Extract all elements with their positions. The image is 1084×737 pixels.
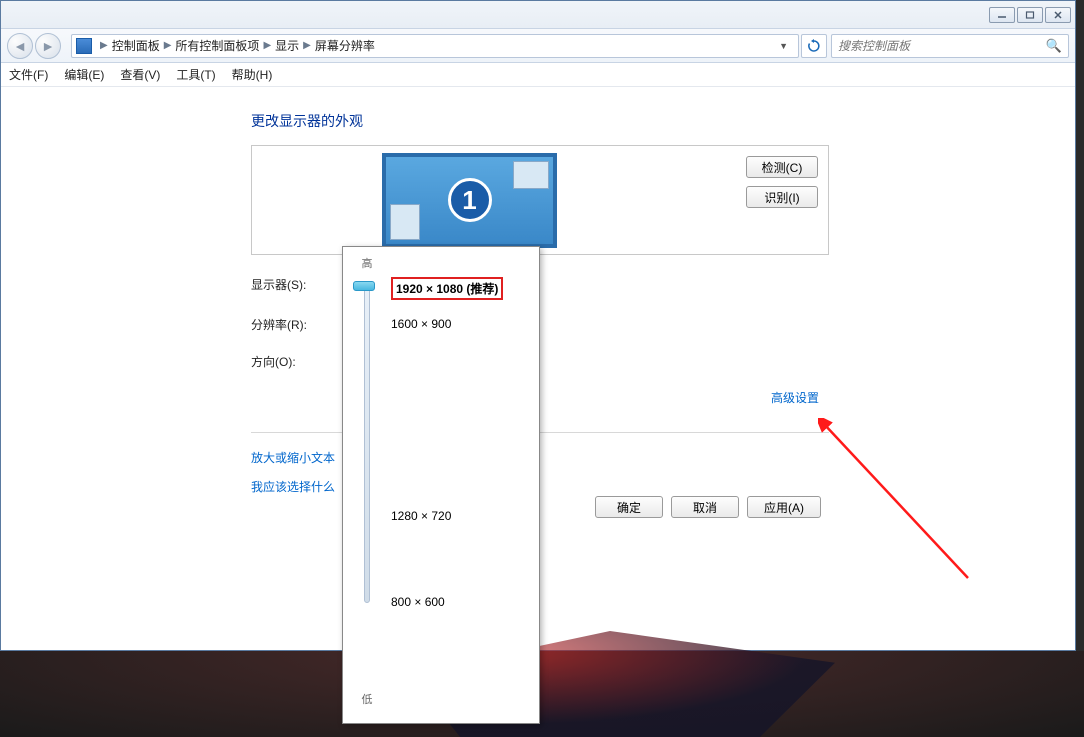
close-button[interactable]	[1045, 7, 1071, 23]
search-box[interactable]: 🔍	[831, 34, 1069, 58]
menubar: 文件(F) 编辑(E) 查看(V) 工具(T) 帮助(H)	[1, 63, 1075, 87]
refresh-button[interactable]	[801, 34, 827, 58]
choose-link[interactable]: 我应该选择什么	[251, 478, 829, 495]
desktop-background	[0, 651, 1084, 737]
breadcrumb-item[interactable]: 显示	[275, 37, 299, 54]
slider-thumb[interactable]	[353, 281, 375, 291]
monitor-label: 显示器(S):	[251, 276, 343, 293]
navbar: ◄ ► ▶ 控制面板 ▶ 所有控制面板项 ▶ 显示 ▶ 屏幕分辨率 ▼ 🔍	[1, 29, 1075, 63]
chevron-right-icon: ▶	[263, 40, 271, 51]
maximize-button[interactable]	[1017, 7, 1043, 23]
menu-file[interactable]: 文件(F)	[9, 66, 48, 83]
resolution-option[interactable]: 1920 × 1080 (推荐)	[391, 277, 503, 300]
resolution-option[interactable]: 1600 × 900	[391, 317, 451, 331]
search-input[interactable]	[838, 39, 1046, 53]
ok-button[interactable]: 确定	[595, 496, 663, 518]
orientation-label: 方向(O):	[251, 353, 343, 370]
nav-buttons: ◄ ►	[7, 31, 65, 61]
chevron-right-icon: ▶	[164, 40, 172, 51]
slider-track	[364, 283, 370, 603]
apply-button[interactable]: 应用(A)	[747, 496, 821, 518]
monitor-preview-box: 1 检测(C) 识别(I)	[251, 145, 829, 255]
identify-button[interactable]: 识别(I)	[746, 186, 818, 208]
mini-window-icon	[513, 161, 549, 189]
text-size-link[interactable]: 放大或缩小文本	[251, 449, 829, 466]
monitor-number-badge: 1	[448, 178, 492, 222]
monitor-preview[interactable]: 1	[382, 153, 557, 248]
menu-view[interactable]: 查看(V)	[120, 66, 160, 83]
resolution-dropdown-panel: 高 1920 × 1080 (推荐) 1600 × 900 1280 × 720 80…	[342, 246, 540, 724]
breadcrumb-dropdown-icon[interactable]: ▼	[773, 41, 794, 51]
menu-edit[interactable]: 编辑(E)	[64, 66, 104, 83]
resolution-option[interactable]: 1280 × 720	[391, 509, 451, 523]
mini-window-icon	[390, 204, 420, 240]
menu-help[interactable]: 帮助(H)	[232, 66, 273, 83]
slider-high-label: 高	[357, 255, 377, 271]
resolution-label: 分辨率(R):	[251, 316, 343, 333]
menu-tools[interactable]: 工具(T)	[176, 66, 215, 83]
back-button[interactable]: ◄	[7, 33, 33, 59]
links-section: 放大或缩小文本 我应该选择什么	[251, 432, 829, 495]
chevron-right-icon: ▶	[303, 40, 311, 51]
breadcrumb-item[interactable]: 控制面板	[112, 37, 160, 54]
minimize-button[interactable]	[989, 7, 1015, 23]
advanced-settings-link[interactable]: 高级设置	[771, 389, 819, 406]
resolution-option[interactable]: 800 × 600	[391, 595, 445, 609]
search-icon[interactable]: 🔍	[1046, 38, 1062, 54]
cancel-button[interactable]: 取消	[671, 496, 739, 518]
detect-button[interactable]: 检测(C)	[746, 156, 818, 178]
dialog-buttons: 确定 取消 应用(A)	[595, 496, 821, 518]
control-panel-icon	[76, 38, 92, 54]
slider-low-label: 低	[357, 691, 377, 707]
resolution-slider[interactable]	[355, 277, 379, 687]
page-title: 更改显示器的外观	[251, 111, 1075, 131]
titlebar	[1, 1, 1075, 29]
forward-button[interactable]: ►	[35, 33, 61, 59]
breadcrumb-item[interactable]: 所有控制面板项	[175, 37, 259, 54]
slider-tick-labels: 1920 × 1080 (推荐) 1600 × 900 1280 × 720 800 …	[379, 277, 527, 687]
chevron-right-icon: ▶	[100, 40, 108, 51]
breadcrumb[interactable]: ▶ 控制面板 ▶ 所有控制面板项 ▶ 显示 ▶ 屏幕分辨率 ▼	[71, 34, 799, 58]
breadcrumb-item[interactable]: 屏幕分辨率	[315, 37, 375, 54]
